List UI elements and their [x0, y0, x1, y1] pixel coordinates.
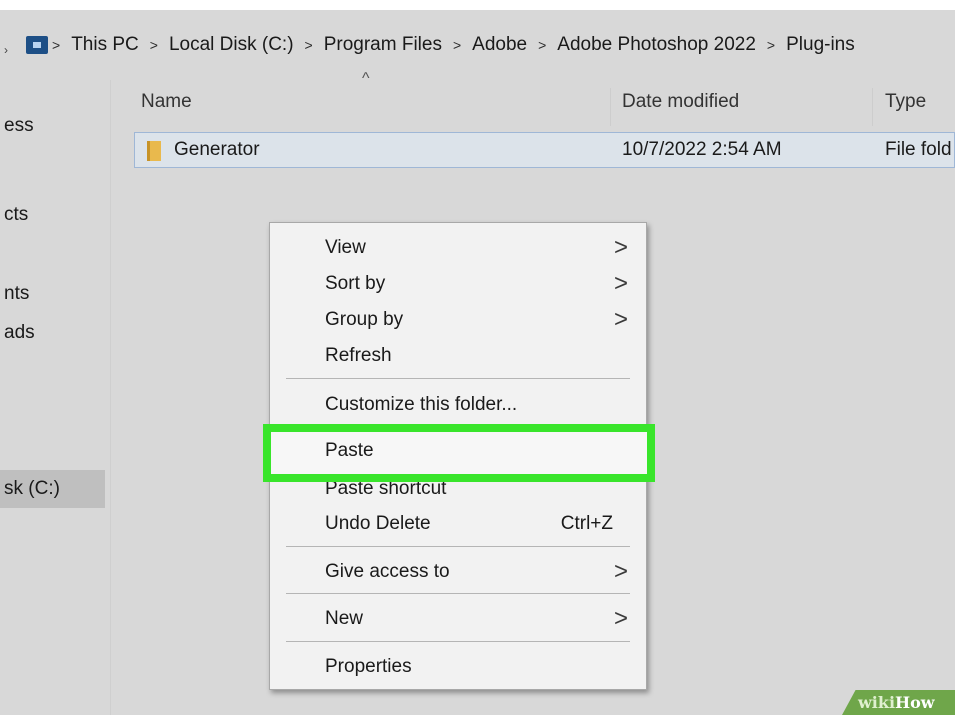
menu-item-properties[interactable]: Properties — [270, 649, 646, 685]
breadcrumb-this-pc[interactable]: This PC — [71, 34, 139, 56]
navigation-pane: ess cts nts ads sk (C:) — [0, 80, 105, 715]
address-bar[interactable]: › > This PC > Local Disk (C:) > Program … — [0, 10, 955, 80]
file-row[interactable]: Generator 10/7/2022 2:54 AM File fold — [134, 132, 955, 168]
breadcrumb-photoshop[interactable]: Adobe Photoshop 2022 — [557, 34, 756, 56]
menu-label: Customize this folder... — [325, 394, 518, 415]
breadcrumb-plug-ins[interactable]: Plug-ins — [786, 34, 855, 56]
paste-highlight-box[interactable] — [263, 424, 655, 482]
column-header-date-modified[interactable]: Date modified — [622, 80, 739, 128]
nav-item-objects[interactable]: cts — [0, 196, 105, 234]
up-arrow-icon[interactable]: › — [4, 43, 10, 57]
nav-item-documents[interactable]: nts — [0, 275, 105, 313]
menu-separator — [286, 546, 630, 547]
menu-item-refresh[interactable]: Refresh — [270, 338, 646, 374]
menu-item-group-by[interactable]: Group by > — [270, 302, 646, 338]
chevron-right-icon: > — [613, 234, 628, 261]
chevron-right-icon[interactable]: > — [538, 37, 546, 53]
menu-label: Refresh — [325, 345, 392, 366]
menu-item-give-access[interactable]: Give access to > — [270, 554, 646, 590]
sort-ascending-icon: ^ — [362, 70, 370, 87]
menu-item-customize-folder[interactable]: Customize this folder... — [270, 387, 646, 423]
column-separator[interactable] — [872, 88, 873, 126]
menu-label: New — [325, 608, 364, 629]
chevron-right-icon[interactable]: > — [453, 37, 461, 53]
menu-separator — [286, 593, 630, 594]
menu-item-undo-delete[interactable]: Undo Delete Ctrl+Z — [270, 506, 646, 542]
file-name: Generator — [174, 139, 260, 160]
breadcrumb-local-disk[interactable]: Local Disk (C:) — [169, 34, 294, 56]
pane-divider — [110, 80, 111, 715]
folder-icon — [147, 141, 161, 161]
menu-label: Group by — [325, 309, 404, 330]
nav-item-downloads[interactable]: ads — [0, 314, 105, 352]
menu-item-paste[interactable]: Paste — [325, 433, 374, 469]
pc-icon — [26, 36, 48, 54]
chevron-right-icon: > — [613, 605, 628, 632]
chevron-right-icon[interactable]: > — [150, 37, 158, 53]
menu-label: Sort by — [325, 273, 386, 294]
chevron-right-icon: > — [613, 558, 628, 585]
menu-label: Properties — [325, 656, 412, 677]
menu-item-view[interactable]: View > — [270, 230, 646, 266]
nav-item-local-disk[interactable]: sk (C:) — [0, 470, 105, 508]
menu-item-sort-by[interactable]: Sort by > — [270, 266, 646, 302]
top-strip — [0, 0, 955, 10]
menu-shortcut: Ctrl+Z — [560, 513, 613, 534]
menu-separator — [286, 378, 630, 379]
column-header-name[interactable]: Name — [141, 80, 192, 128]
breadcrumb-adobe[interactable]: Adobe — [472, 34, 527, 56]
chevron-right-icon[interactable]: > — [767, 37, 775, 53]
menu-separator — [286, 641, 630, 642]
chevron-right-icon[interactable]: > — [305, 37, 313, 53]
chevron-right-icon: > — [613, 270, 628, 297]
nav-item-quick-access[interactable]: ess — [0, 107, 105, 145]
column-separator[interactable] — [610, 88, 611, 126]
column-header-type[interactable]: Type — [885, 80, 926, 128]
file-type: File fold — [885, 139, 952, 160]
chevron-right-icon[interactable]: > — [52, 37, 60, 53]
menu-label: View — [325, 237, 366, 258]
breadcrumb-program-files[interactable]: Program Files — [324, 34, 442, 56]
menu-item-new[interactable]: New > — [270, 601, 646, 637]
watermark-logo: wikiHow — [858, 693, 935, 712]
menu-label: Give access to — [325, 561, 450, 582]
menu-label: Undo Delete — [325, 513, 431, 534]
chevron-right-icon: > — [613, 306, 628, 333]
file-date-modified: 10/7/2022 2:54 AM — [622, 139, 782, 160]
